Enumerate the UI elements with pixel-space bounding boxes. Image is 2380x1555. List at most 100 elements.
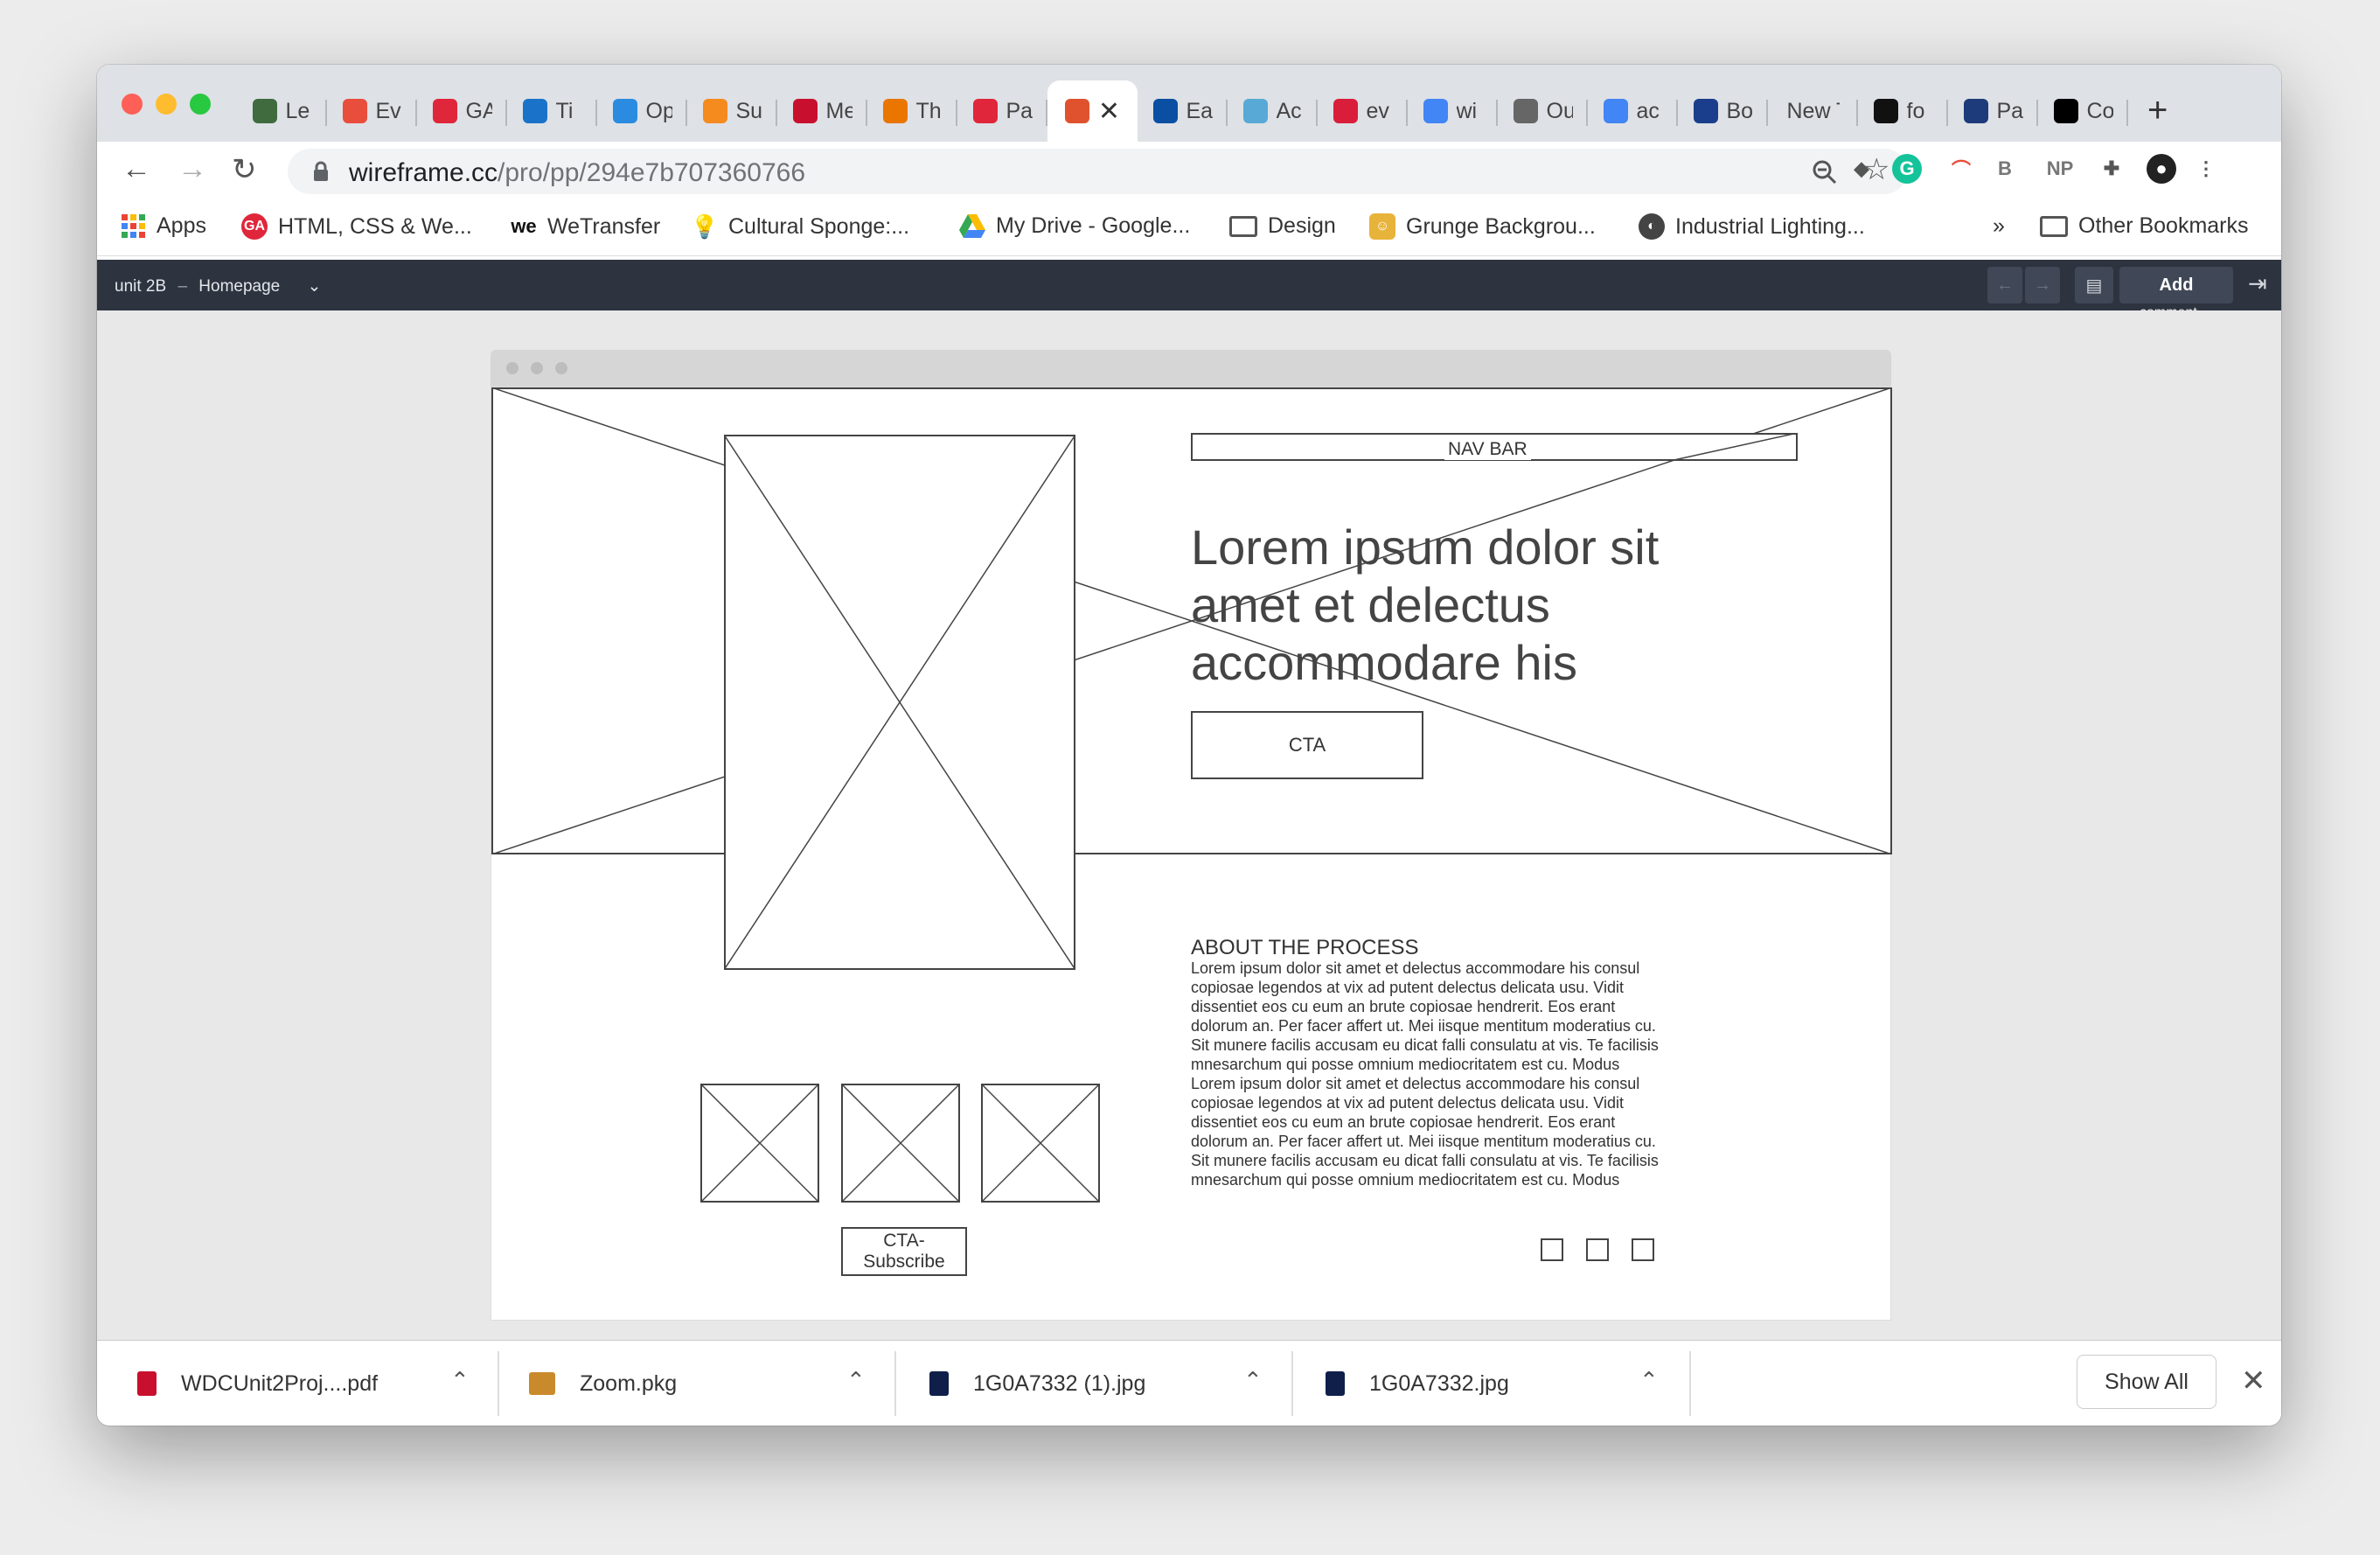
tab-20[interactable]: Co <box>2038 80 2128 142</box>
tab-6[interactable]: Me <box>777 80 867 142</box>
divider <box>894 1351 896 1416</box>
download-item[interactable]: 1G0A7332 (1).jpg <box>929 1341 1145 1426</box>
chevron-down-icon[interactable]: ⌄ <box>308 277 322 296</box>
download-name: Zoom.pkg <box>580 1370 678 1396</box>
new-tab-button[interactable]: + <box>2147 91 2168 130</box>
tab-10[interactable]: Ea <box>1138 80 1228 142</box>
bookmark-wetransfer[interactable]: we WeTransfer <box>511 213 660 240</box>
bookmark-ga[interactable]: GA HTML, CSS & We... <box>241 213 472 240</box>
tab-label: ev <box>1366 98 1389 123</box>
tab-17[interactable]: New T <box>1768 80 1858 142</box>
tab-19[interactable]: Pa <box>1948 80 2038 142</box>
downloads-bar: WDCUnit2Proj....pdf ⌃ Zoom.pkg ⌃ 1G0A733… <box>97 1340 2281 1426</box>
tab-14[interactable]: Ou <box>1498 80 1588 142</box>
avatar[interactable]: ● <box>2147 154 2176 184</box>
bookmark-design-folder[interactable]: Design <box>1229 213 1336 239</box>
back-icon[interactable]: ← <box>122 152 151 186</box>
comment-icon[interactable]: ▤ <box>2075 267 2113 303</box>
chevron-up-icon[interactable]: ⌃ <box>450 1367 470 1394</box>
next-arrow-button[interactable]: → <box>2025 267 2060 303</box>
tab-label: Me <box>825 98 852 123</box>
minimize-window-button[interactable] <box>156 94 177 115</box>
tab-1[interactable]: Ev <box>327 80 417 142</box>
url-text: wireframe.cc/pro/pp/294e7b707360766 <box>349 158 805 188</box>
page-name[interactable]: Homepage <box>198 277 280 296</box>
divider <box>498 1351 499 1416</box>
wireframe-icon <box>1064 99 1089 123</box>
np-extension-icon[interactable]: NP <box>2045 154 2075 184</box>
bookmark-other[interactable]: Other Bookmarks <box>2040 213 2249 239</box>
cta-subscribe-button[interactable]: CTA- Subscribe <box>841 1227 967 1276</box>
bookmark-cultural-sponge[interactable]: 💡 Cultural Sponge:... <box>691 213 909 240</box>
tab-15[interactable]: ac <box>1588 80 1678 142</box>
wireframe-body: NAV BAR Lorem ipsum dolor sit amet et de… <box>491 387 1892 1321</box>
download-item[interactable]: 1G0A7332.jpg <box>1326 1341 1509 1426</box>
download-item[interactable]: WDCUnit2Proj....pdf <box>137 1341 378 1426</box>
close-window-button[interactable] <box>122 94 143 115</box>
thumbnail-placeholder[interactable] <box>981 1084 1100 1203</box>
forward-icon[interactable]: → <box>177 152 207 186</box>
tab-3[interactable]: Ti <box>507 80 597 142</box>
thumbnail-placeholder[interactable] <box>841 1084 960 1203</box>
bookmark-apps[interactable]: Apps <box>122 213 206 239</box>
maximize-window-button[interactable] <box>190 94 211 115</box>
bookmark-grunge[interactable]: ☺ Grunge Backgrou... <box>1369 213 1596 240</box>
close-tab-icon[interactable]: ✕ <box>1098 96 1120 127</box>
tab-7[interactable]: Th <box>867 80 957 142</box>
tab-0[interactable]: Le <box>237 80 327 142</box>
menu-icon[interactable]: ⋮ <box>2191 154 2221 184</box>
social-icon-placeholder[interactable] <box>1586 1238 1609 1261</box>
m-icon <box>792 99 818 123</box>
tab-13[interactable]: wi <box>1408 80 1498 142</box>
feature-image-placeholder[interactable] <box>724 435 1075 970</box>
tab-11[interactable]: Ac <box>1228 80 1318 142</box>
tab-5[interactable]: Su <box>687 80 777 142</box>
close-icon[interactable]: ✕ <box>2241 1363 2266 1398</box>
address-bar[interactable]: wireframe.cc/pro/pp/294e7b707360766 ☆ <box>288 149 1907 194</box>
social-icon-placeholder[interactable] <box>1541 1238 1563 1261</box>
tab-18[interactable]: fo <box>1858 80 1948 142</box>
tab-9[interactable]: ✕ <box>1047 80 1138 142</box>
tab-label: ac <box>1636 98 1660 123</box>
tab-8[interactable]: Pa <box>957 80 1047 142</box>
chevron-up-icon[interactable]: ⌃ <box>1243 1367 1263 1394</box>
wireframe-dot <box>531 362 543 374</box>
tab-4[interactable]: Op <box>597 80 687 142</box>
thumbnail-placeholder[interactable] <box>700 1084 819 1203</box>
bookmarks-overflow-button[interactable]: » <box>1993 213 2005 239</box>
pdf-icon <box>137 1371 157 1396</box>
ga-icon <box>972 99 998 123</box>
prev-arrow-button[interactable]: ← <box>1987 267 2022 303</box>
exit-icon[interactable]: ⇥ <box>2248 270 2267 297</box>
wireframe-app-bar: unit 2B – Homepage ⌄ ← → ▤ Add comment ⇥ <box>97 260 2281 320</box>
tab-12[interactable]: ev <box>1318 80 1408 142</box>
add-comment-button[interactable]: Add <box>2119 267 2233 303</box>
dropbox-icon[interactable]: ◆ <box>1847 154 1876 184</box>
social-icon-placeholder[interactable] <box>1632 1238 1654 1261</box>
bookmark-label: WeTransfer <box>547 213 661 239</box>
bookmark-industrial-lighting[interactable]: ◐ Industrial Lighting... <box>1639 213 1865 240</box>
bookmark-label: Grunge Backgrou... <box>1406 213 1596 239</box>
about-paragraph: Lorem ipsum dolor sit amet et delectus a… <box>1191 959 1659 1189</box>
tab-16[interactable]: Bo <box>1678 80 1768 142</box>
bookmark-my-drive[interactable]: My Drive - Google... <box>959 213 1190 239</box>
globe-icon: ◐ <box>1639 213 1665 240</box>
hero-headline: Lorem ipsum dolor sit amet et delectus a… <box>1191 519 1660 690</box>
show-all-button[interactable]: Show All <box>2077 1355 2216 1409</box>
puzzle-icon[interactable]: ✚ <box>2097 154 2126 184</box>
zoom-icon[interactable] <box>1812 159 1838 185</box>
grammarly-icon[interactable]: G <box>1892 154 1922 184</box>
add-label: Add <box>2159 275 2194 295</box>
wireframe-dot <box>555 362 567 374</box>
bi-extension-icon[interactable]: B <box>1990 154 2020 184</box>
tab-2[interactable]: GA <box>417 80 507 142</box>
bookmark-label: HTML, CSS & We... <box>278 213 472 239</box>
chevron-up-icon[interactable]: ⌃ <box>1639 1367 1659 1394</box>
download-item[interactable]: Zoom.pkg <box>529 1341 677 1426</box>
subscribe-label: CTA- Subscribe <box>863 1231 945 1272</box>
ga-icon: GA <box>241 213 268 240</box>
reload-icon[interactable]: ↻ <box>232 152 257 187</box>
cta-button[interactable]: CTA <box>1191 711 1423 779</box>
chevron-up-icon[interactable]: ⌃ <box>846 1367 866 1394</box>
rainbow-extension-icon[interactable]: ⌒ <box>1946 154 1976 184</box>
